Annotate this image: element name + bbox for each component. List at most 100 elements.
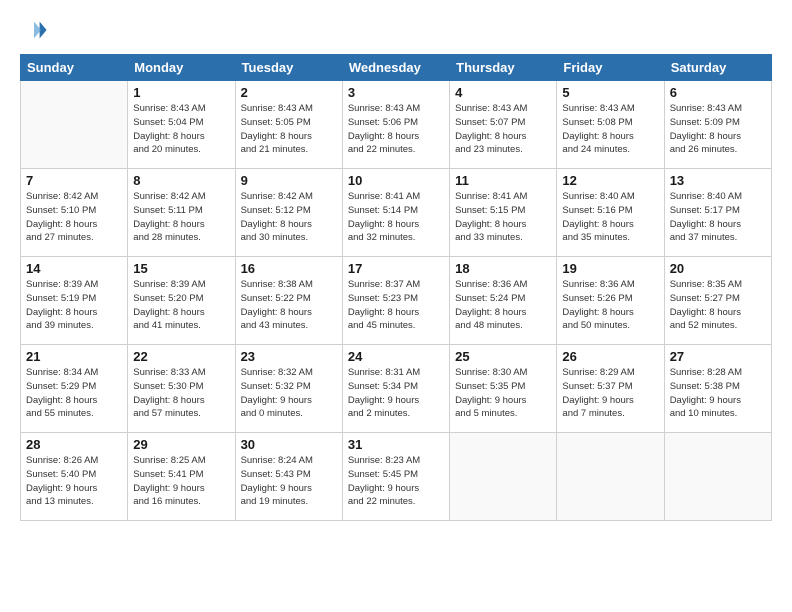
day-info: Sunrise: 8:31 AM Sunset: 5:34 PM Dayligh… [348,366,444,421]
day-number: 16 [241,261,337,276]
day-cell: 29Sunrise: 8:25 AM Sunset: 5:41 PM Dayli… [128,433,235,521]
day-info: Sunrise: 8:37 AM Sunset: 5:23 PM Dayligh… [348,278,444,333]
day-info: Sunrise: 8:40 AM Sunset: 5:16 PM Dayligh… [562,190,658,245]
day-info: Sunrise: 8:39 AM Sunset: 5:19 PM Dayligh… [26,278,122,333]
day-info: Sunrise: 8:42 AM Sunset: 5:11 PM Dayligh… [133,190,229,245]
day-info: Sunrise: 8:30 AM Sunset: 5:35 PM Dayligh… [455,366,551,421]
calendar-header-row: SundayMondayTuesdayWednesdayThursdayFrid… [21,55,772,81]
day-cell: 22 Sunrise: 8:33 AM Sunset: 5:30 PM Dayli… [128,345,235,433]
day-info: Sunrise: 8:35 AM Sunset: 5:27 PM Dayligh… [670,278,766,333]
day-cell [557,433,664,521]
day-cell: 6 Sunrise: 8:43 AM Sunset: 5:09 PM Daylig… [664,81,771,169]
day-number: 22 [133,349,229,364]
logo-icon [20,16,48,44]
day-info: Sunrise: 8:43 AM Sunset: 5:08 PM Dayligh… [562,102,658,157]
day-info: Sunrise: 8:34 AM Sunset: 5:29 PM Dayligh… [26,366,122,421]
day-cell: 21 Sunrise: 8:34 AM Sunset: 5:29 PM Dayli… [21,345,128,433]
day-cell: 5 Sunrise: 8:43 AM Sunset: 5:08 PM Daylig… [557,81,664,169]
day-info: Sunrise: 8:28 AM Sunset: 5:38 PM Dayligh… [670,366,766,421]
day-number: 12 [562,173,658,188]
day-cell: 31 Sunrise: 8:23 AM Sunset: 5:45 PM Dayli… [342,433,449,521]
col-header-thursday: Thursday [450,55,557,81]
day-cell: 10 Sunrise: 8:41 AM Sunset: 5:14 PM Dayli… [342,169,449,257]
day-cell [664,433,771,521]
day-number: 31 [348,437,444,452]
day-cell: 20Sunrise: 8:35 AM Sunset: 5:27 PM Dayli… [664,257,771,345]
col-header-tuesday: Tuesday [235,55,342,81]
day-cell [21,81,128,169]
day-number: 9 [241,173,337,188]
week-row-2: 7 Sunrise: 8:42 AM Sunset: 5:10 PM Daylig… [21,169,772,257]
day-cell: 27 Sunrise: 8:28 AM Sunset: 5:38 PM Dayli… [664,345,771,433]
day-cell: 2 Sunrise: 8:43 AM Sunset: 5:05 PM Daylig… [235,81,342,169]
day-info: Sunrise: 8:43 AM Sunset: 5:07 PM Dayligh… [455,102,551,157]
day-info: Sunrise: 8:36 AM Sunset: 5:26 PM Dayligh… [562,278,658,333]
day-info: Sunrise: 8:32 AM Sunset: 5:32 PM Dayligh… [241,366,337,421]
day-cell: 26 Sunrise: 8:29 AM Sunset: 5:37 PM Dayli… [557,345,664,433]
day-number: 29 [133,437,229,452]
day-cell: 17 Sunrise: 8:37 AM Sunset: 5:23 PM Dayli… [342,257,449,345]
day-number: 14 [26,261,122,276]
day-cell: 11 Sunrise: 8:41 AM Sunset: 5:15 PM Dayli… [450,169,557,257]
day-number: 7 [26,173,122,188]
day-cell: 25 Sunrise: 8:30 AM Sunset: 5:35 PM Dayli… [450,345,557,433]
day-cell [450,433,557,521]
day-number: 5 [562,85,658,100]
day-cell: 30 Sunrise: 8:24 AM Sunset: 5:43 PM Dayli… [235,433,342,521]
day-number: 3 [348,85,444,100]
day-info: Sunrise: 8:43 AM Sunset: 5:09 PM Dayligh… [670,102,766,157]
day-number: 10 [348,173,444,188]
day-number: 24 [348,349,444,364]
day-cell: 1 Sunrise: 8:43 AM Sunset: 5:04 PM Daylig… [128,81,235,169]
day-cell: 3Sunrise: 8:43 AM Sunset: 5:06 PM Daylig… [342,81,449,169]
day-info: Sunrise: 8:43 AM Sunset: 5:05 PM Dayligh… [241,102,337,157]
day-number: 23 [241,349,337,364]
day-number: 25 [455,349,551,364]
day-cell: 19Sunrise: 8:36 AM Sunset: 5:26 PM Dayli… [557,257,664,345]
day-info: Sunrise: 8:38 AM Sunset: 5:22 PM Dayligh… [241,278,337,333]
week-row-1: 1 Sunrise: 8:43 AM Sunset: 5:04 PM Daylig… [21,81,772,169]
logo [20,16,52,44]
day-number: 8 [133,173,229,188]
day-number: 28 [26,437,122,452]
day-number: 6 [670,85,766,100]
col-header-wednesday: Wednesday [342,55,449,81]
day-number: 13 [670,173,766,188]
day-info: Sunrise: 8:29 AM Sunset: 5:37 PM Dayligh… [562,366,658,421]
day-number: 17 [348,261,444,276]
day-info: Sunrise: 8:33 AM Sunset: 5:30 PM Dayligh… [133,366,229,421]
day-number: 2 [241,85,337,100]
day-cell: 24 Sunrise: 8:31 AM Sunset: 5:34 PM Dayli… [342,345,449,433]
day-info: Sunrise: 8:41 AM Sunset: 5:14 PM Dayligh… [348,190,444,245]
day-cell: 16 Sunrise: 8:38 AM Sunset: 5:22 PM Dayli… [235,257,342,345]
day-info: Sunrise: 8:36 AM Sunset: 5:24 PM Dayligh… [455,278,551,333]
day-cell: 4 Sunrise: 8:43 AM Sunset: 5:07 PM Daylig… [450,81,557,169]
calendar-table: SundayMondayTuesdayWednesdayThursdayFrid… [20,54,772,521]
day-number: 11 [455,173,551,188]
day-number: 4 [455,85,551,100]
week-row-3: 14 Sunrise: 8:39 AM Sunset: 5:19 PM Dayli… [21,257,772,345]
day-number: 26 [562,349,658,364]
col-header-friday: Friday [557,55,664,81]
day-info: Sunrise: 8:39 AM Sunset: 5:20 PM Dayligh… [133,278,229,333]
day-info: Sunrise: 8:43 AM Sunset: 5:04 PM Dayligh… [133,102,229,157]
day-info: Sunrise: 8:24 AM Sunset: 5:43 PM Dayligh… [241,454,337,509]
day-number: 30 [241,437,337,452]
day-cell: 28 Sunrise: 8:26 AM Sunset: 5:40 PM Dayli… [21,433,128,521]
col-header-monday: Monday [128,55,235,81]
day-number: 27 [670,349,766,364]
day-cell: 9 Sunrise: 8:42 AM Sunset: 5:12 PM Daylig… [235,169,342,257]
day-cell: 7 Sunrise: 8:42 AM Sunset: 5:10 PM Daylig… [21,169,128,257]
day-info: Sunrise: 8:40 AM Sunset: 5:17 PM Dayligh… [670,190,766,245]
day-number: 15 [133,261,229,276]
day-number: 21 [26,349,122,364]
day-cell: 18Sunrise: 8:36 AM Sunset: 5:24 PM Dayli… [450,257,557,345]
day-info: Sunrise: 8:41 AM Sunset: 5:15 PM Dayligh… [455,190,551,245]
day-info: Sunrise: 8:42 AM Sunset: 5:12 PM Dayligh… [241,190,337,245]
day-info: Sunrise: 8:23 AM Sunset: 5:45 PM Dayligh… [348,454,444,509]
day-cell: 23 Sunrise: 8:32 AM Sunset: 5:32 PM Dayli… [235,345,342,433]
day-cell: 8 Sunrise: 8:42 AM Sunset: 5:11 PM Daylig… [128,169,235,257]
day-info: Sunrise: 8:42 AM Sunset: 5:10 PM Dayligh… [26,190,122,245]
day-info: Sunrise: 8:26 AM Sunset: 5:40 PM Dayligh… [26,454,122,509]
day-number: 1 [133,85,229,100]
